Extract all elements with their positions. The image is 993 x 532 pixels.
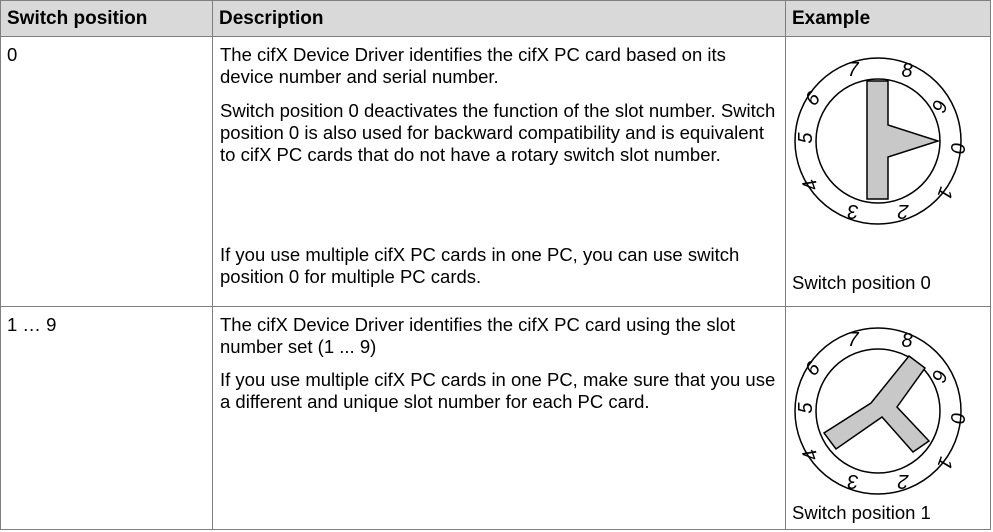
description-paragraph: The cifX Device Driver identifies the ci…	[220, 44, 726, 87]
dial-digit: 5	[795, 402, 817, 414]
dial-digit: 0	[946, 412, 966, 423]
switch-position-value: 1 … 9	[7, 314, 57, 335]
example-caption: Switch position 1	[792, 502, 931, 523]
description-paragraph: Switch position 0 deactivates the functi…	[220, 100, 776, 165]
header-description: Description	[213, 1, 785, 36]
column-divider	[212, 1, 213, 529]
description-paragraph: If you use multiple cifX PC cards in one…	[220, 369, 776, 412]
dial-digit: 7	[847, 329, 859, 351]
dial-digit: 3	[847, 470, 858, 492]
dial-digit: 2	[897, 200, 909, 222]
rotary-switch-dial-position-1: 7 8 9 0 1 2 3 4 5 6	[794, 327, 966, 495]
dial-digit: 8	[901, 330, 912, 352]
header-example: Example	[786, 1, 990, 36]
header-switch-position: Switch position	[1, 1, 212, 36]
row-divider	[1, 36, 990, 37]
example-caption: Switch position 0	[792, 272, 931, 293]
switch-position-table: Switch position Description Example 0 Th…	[0, 0, 991, 530]
dial-digit: 7	[847, 59, 859, 81]
switch-position-value: 0	[7, 44, 18, 65]
rotary-switch-dial-position-0: 7 8 9 0 1 2 3 4 5 6	[794, 57, 966, 225]
column-divider	[785, 1, 786, 529]
dial-digit: 5	[795, 132, 817, 144]
dial-digit: 3	[847, 200, 858, 222]
dial-digit: 2	[897, 470, 909, 492]
row-divider	[1, 306, 990, 307]
dial-digit: 8	[901, 60, 912, 82]
description-paragraph: If you use multiple cifX PC cards in one…	[220, 244, 740, 287]
dial-digit: 0	[946, 142, 966, 153]
description-paragraph: The cifX Device Driver identifies the ci…	[220, 314, 736, 357]
